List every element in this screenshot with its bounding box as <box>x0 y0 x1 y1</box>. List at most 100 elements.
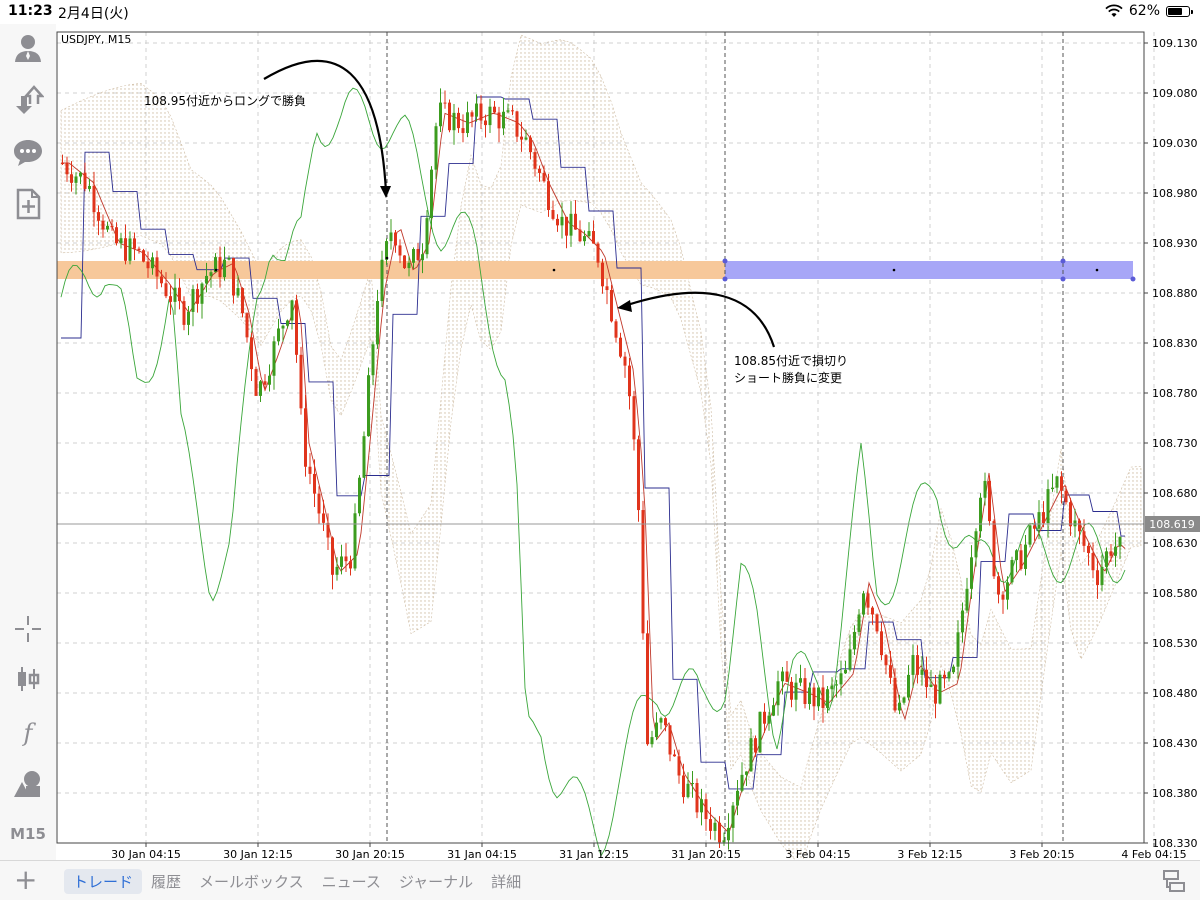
candle-body <box>484 120 487 126</box>
timeframe-button[interactable]: M15 <box>8 814 48 854</box>
candle-body <box>200 283 204 304</box>
candle-body <box>952 666 955 673</box>
candle-body <box>970 557 973 589</box>
candlestick-icon[interactable] <box>8 659 48 699</box>
kumo-area <box>60 34 1142 860</box>
candle-body <box>1082 531 1086 546</box>
candle-body <box>556 218 559 226</box>
candle-body <box>106 225 109 230</box>
candle-body <box>1055 476 1059 488</box>
candle-body <box>493 106 496 113</box>
candle-body <box>304 408 307 467</box>
candle-body <box>407 262 411 269</box>
candle-body <box>1073 520 1077 527</box>
zone-midpoint <box>892 268 896 272</box>
candle-body <box>781 671 784 682</box>
candle-body <box>587 231 591 237</box>
candle-body <box>605 286 609 291</box>
candle-body <box>569 213 573 236</box>
candle-body <box>925 669 928 688</box>
candle-body <box>907 674 910 698</box>
tab-5[interactable]: 詳細 <box>482 869 530 894</box>
current-price-tag: 108.619 <box>1145 516 1200 532</box>
candle-body <box>155 257 159 277</box>
ichimoku-cloud <box>60 34 1142 860</box>
objects-icon[interactable] <box>8 764 48 804</box>
layout-icon[interactable] <box>1162 869 1186 893</box>
candle-body <box>421 254 424 261</box>
candle-body <box>272 341 276 376</box>
account-icon[interactable] <box>8 28 48 68</box>
candle-body <box>641 510 645 634</box>
tab-3[interactable]: ニュース <box>313 869 390 894</box>
candle-body <box>191 289 195 312</box>
candle-body <box>1087 545 1090 554</box>
price-chart[interactable]: 109.130 109.080 109.030 108.980 108.930 108.8… <box>56 24 1200 860</box>
candle-body <box>398 245 402 256</box>
candle-body <box>92 185 96 213</box>
chat-icon[interactable] <box>8 132 48 172</box>
candle-body <box>97 212 100 221</box>
candle-body <box>709 819 712 831</box>
candle-body <box>610 290 613 322</box>
add-icon[interactable]: + <box>14 865 37 895</box>
candle-body <box>236 288 240 296</box>
zone-anchor[interactable] <box>1060 258 1066 264</box>
candle-body <box>344 556 348 562</box>
candle-body <box>79 172 82 177</box>
candle-body <box>691 783 694 785</box>
candle-body <box>826 689 829 708</box>
zone-anchor[interactable] <box>722 276 728 282</box>
battery-icon <box>1166 5 1193 17</box>
zone-anchor[interactable] <box>1130 276 1136 282</box>
candle-body <box>173 287 177 302</box>
timeframe-label: M15 <box>10 825 46 843</box>
support-zone-blue[interactable] <box>725 261 1133 279</box>
candle-body <box>560 216 564 226</box>
trade-icon[interactable] <box>8 80 48 120</box>
candle-body <box>686 783 690 798</box>
candle-body <box>151 257 154 269</box>
candle-body <box>1046 489 1050 524</box>
zone-anchor[interactable] <box>1060 276 1066 282</box>
tab-2[interactable]: メールボックス <box>190 869 313 894</box>
annotation-stop-line1: 108.85付近で損切り <box>734 354 848 368</box>
tab-0[interactable]: トレード <box>64 869 143 894</box>
candle-body <box>614 321 618 338</box>
time-label: 30 Jan 20:15 <box>335 848 405 860</box>
candle-body <box>875 614 879 632</box>
candle-body <box>722 840 726 843</box>
candle-body <box>997 576 1000 595</box>
price-label: 108.830 <box>1152 337 1198 350</box>
candle-body <box>277 328 280 342</box>
zone-anchor[interactable] <box>722 258 728 264</box>
indicator-icon[interactable]: f <box>8 712 48 752</box>
candle-body <box>835 684 838 686</box>
candle-body <box>299 354 303 409</box>
candle-body <box>65 163 69 175</box>
candle-body <box>254 369 258 396</box>
candle-body <box>470 112 474 117</box>
new-order-icon[interactable] <box>8 184 48 224</box>
candle-body <box>515 111 519 137</box>
annotation-stop-line2: ショート勝負に変更 <box>734 371 843 385</box>
candle-body <box>866 593 870 608</box>
candle-body <box>808 687 811 704</box>
candle-body <box>506 110 510 112</box>
wifi-icon <box>1105 4 1123 17</box>
candle-body <box>308 466 312 474</box>
svg-text:f: f <box>22 719 37 747</box>
candle-body <box>1019 550 1023 569</box>
tab-1[interactable]: 履歴 <box>142 869 190 894</box>
candle-body <box>1051 487 1054 490</box>
price-label: 108.480 <box>1152 687 1198 700</box>
candle-body <box>578 229 582 242</box>
candle-body <box>623 356 627 366</box>
candle-body <box>1100 566 1104 586</box>
time-axis: 30 Jan 04:15 30 Jan 12:15 30 Jan 20:15 31 J… <box>111 843 1187 860</box>
crosshair-icon[interactable] <box>8 609 48 649</box>
tab-4[interactable]: ジャーナル <box>390 869 482 894</box>
candle-body <box>88 185 91 189</box>
price-label: 108.580 <box>1152 587 1198 600</box>
chart-area[interactable]: 109.130 109.080 109.030 108.980 108.930 108.8… <box>56 24 1200 860</box>
